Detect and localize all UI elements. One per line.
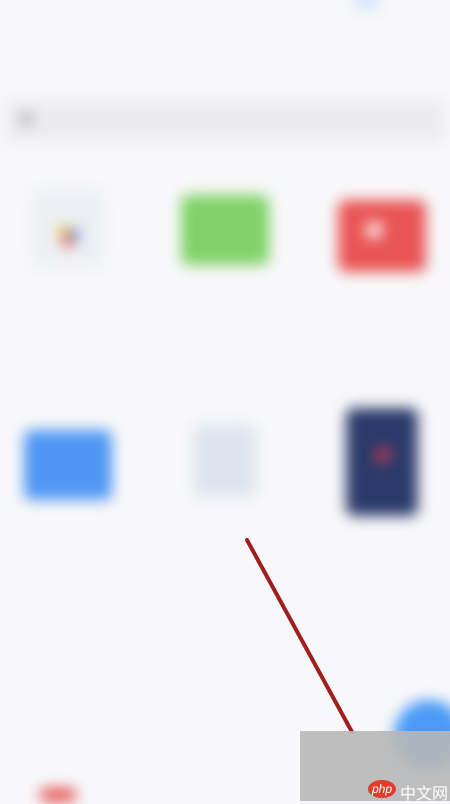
annotation-arrow — [245, 538, 354, 734]
watermark-text: 中文网 — [400, 786, 449, 803]
watermark-logo-text: php — [372, 782, 393, 796]
